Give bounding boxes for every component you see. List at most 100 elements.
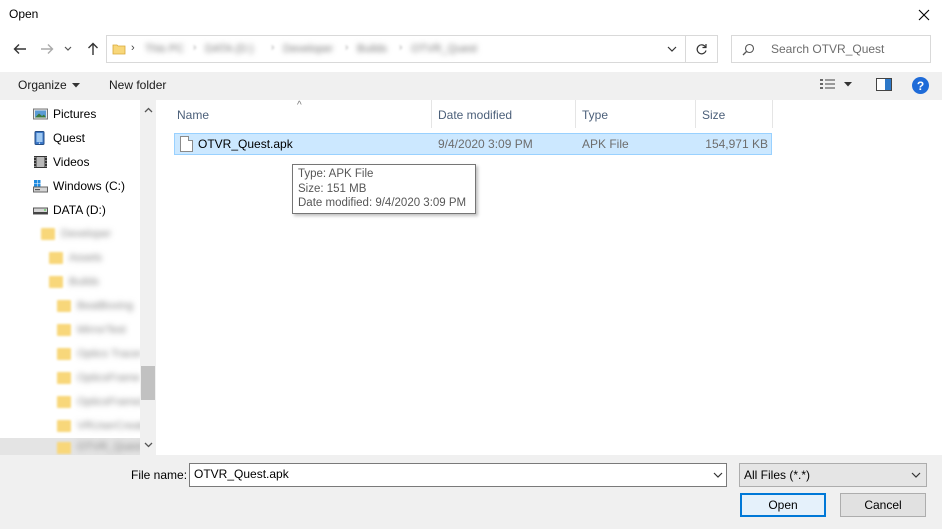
folder-icon — [49, 276, 63, 288]
sidebar-tree-label: Developer — [61, 228, 112, 240]
file-name-input[interactable] — [194, 467, 704, 481]
search-placeholder: Search OTVR_Quest — [771, 42, 885, 56]
sidebar-tree-label: Builds — [69, 276, 99, 288]
folder-icon — [57, 442, 71, 454]
file-icon — [180, 136, 193, 152]
sidebar-tree-item-selected[interactable]: OTVR_Quest — [0, 438, 140, 455]
caret-down-icon — [844, 81, 852, 86]
column-header-name[interactable]: Name — [177, 108, 209, 122]
sidebar-item-pictures[interactable]: Pictures — [0, 102, 140, 126]
organize-button[interactable]: Organize — [18, 78, 80, 92]
sidebar-scrollbar[interactable] — [140, 100, 156, 455]
file-name-label: File name: — [131, 468, 188, 482]
sidebar-item-data-d[interactable]: DATA (D:) — [0, 198, 140, 222]
breadcrumb-item[interactable]: DATA (D:) — [205, 43, 253, 55]
sidebar-tree-item[interactable]: OpticsFrame2 — [0, 390, 146, 414]
sidebar-tree-label: MirrorTest — [77, 324, 126, 336]
sidebar-tree-label: OpticsFrame — [77, 372, 140, 384]
folder-icon — [57, 324, 71, 336]
back-button[interactable] — [9, 38, 31, 60]
sidebar-item-label: DATA (D:) — [53, 203, 106, 217]
breadcrumb-separator-icon: › — [345, 42, 349, 53]
arrow-up-icon — [88, 42, 98, 55]
chevron-down-icon — [144, 442, 152, 448]
chevron-down-icon — [713, 472, 723, 478]
folder-icon — [112, 44, 126, 55]
sidebar-tree-item[interactable]: Developer — [0, 222, 140, 246]
change-view-button[interactable] — [820, 78, 852, 90]
breadcrumb-item[interactable]: This PC — [145, 43, 184, 55]
chevron-down-icon — [911, 472, 921, 478]
column-divider[interactable] — [695, 100, 696, 128]
search-icon — [742, 43, 755, 56]
quest-device-icon — [34, 131, 45, 145]
sidebar-item-label: Quest — [53, 131, 86, 145]
chevron-down-icon — [64, 46, 72, 51]
file-row[interactable]: OTVR_Quest.apk 9/4/2020 3:09 PM APK File… — [174, 133, 772, 155]
scroll-down-button[interactable] — [140, 437, 156, 453]
title-bar: Open — [0, 0, 942, 30]
column-divider[interactable] — [431, 100, 432, 128]
sidebar-tree-item[interactable]: OpticsFrame — [0, 366, 140, 390]
address-bar[interactable]: › This PC › DATA (D:) › Developer › Buil… — [106, 35, 686, 63]
preview-pane-button[interactable] — [876, 78, 892, 94]
window-title: Open — [9, 7, 39, 21]
breadcrumb-separator-icon: › — [399, 42, 403, 53]
file-type-select[interactable]: All Files (*.*) — [739, 463, 927, 487]
close-button[interactable] — [905, 0, 942, 30]
sidebar-item-quest[interactable]: Quest — [0, 126, 140, 150]
column-divider[interactable] — [575, 100, 576, 128]
folder-icon — [49, 252, 63, 264]
refresh-button[interactable] — [686, 35, 718, 63]
folder-icon — [57, 372, 71, 384]
column-header-type[interactable]: Type — [582, 108, 608, 122]
sidebar-item-videos[interactable]: Videos — [0, 150, 140, 174]
scrollbar-thumb[interactable] — [141, 366, 155, 400]
file-type: APK File — [582, 137, 629, 151]
folder-icon — [57, 300, 71, 312]
sidebar-item-windows-c[interactable]: Windows (C:) — [0, 174, 140, 198]
file-name: OTVR_Quest.apk — [198, 137, 293, 151]
breadcrumb-item[interactable]: Builds — [357, 43, 387, 55]
videos-icon — [34, 156, 47, 168]
new-folder-button[interactable]: New folder — [109, 78, 166, 92]
arrow-left-icon — [13, 44, 26, 54]
file-type-dropdown-button[interactable] — [908, 467, 924, 483]
refresh-icon — [696, 43, 707, 54]
sidebar-tree-item[interactable]: VRUserCreate — [0, 414, 149, 438]
breadcrumb-separator-icon: › — [193, 42, 197, 53]
sidebar-tree-item[interactable]: BeatBoxing — [0, 294, 140, 318]
tooltip-size: Size: 151 MB — [298, 182, 367, 195]
command-toolbar: Organize New folder ? — [0, 72, 942, 100]
sidebar-tree-item[interactable]: Optics Tracer — [0, 342, 142, 366]
sidebar-tree-item[interactable]: MirrorTest — [0, 318, 140, 342]
address-history-dropdown[interactable] — [664, 41, 680, 57]
sidebar-tree-item[interactable]: Assets — [0, 246, 140, 270]
scroll-up-button[interactable] — [140, 102, 156, 118]
breadcrumb-item[interactable]: OTVR_Quest — [411, 43, 477, 55]
bottom-panel: File name: All Files (*.*) Open Cancel — [0, 455, 942, 529]
file-name-combobox[interactable] — [189, 463, 727, 487]
forward-button[interactable] — [36, 38, 58, 60]
search-box[interactable]: Search OTVR_Quest — [731, 35, 931, 63]
file-name-dropdown-button[interactable] — [710, 467, 726, 483]
sidebar-tree-item[interactable]: Builds — [0, 270, 140, 294]
drive-icon — [33, 207, 48, 215]
sidebar-tree-label: BeatBoxing — [77, 300, 134, 312]
help-button[interactable]: ? — [912, 77, 929, 94]
column-divider[interactable] — [772, 100, 773, 128]
sidebar-tree-label: Assets — [69, 252, 103, 264]
windows-drive-icon — [33, 180, 48, 193]
preview-pane-icon — [876, 78, 892, 91]
breadcrumb-item[interactable]: Developer — [283, 43, 333, 55]
recent-locations-button[interactable] — [61, 38, 75, 60]
file-type-value: All Files (*.*) — [744, 468, 811, 482]
column-header-size[interactable]: Size — [702, 108, 725, 122]
sidebar-tree-label: OpticsFrame2 — [77, 396, 147, 408]
cancel-button[interactable]: Cancel — [840, 493, 926, 517]
file-date: 9/4/2020 3:09 PM — [438, 137, 533, 151]
column-header-date-modified[interactable]: Date modified — [438, 108, 512, 122]
folder-icon — [41, 228, 55, 240]
up-button[interactable] — [82, 38, 104, 60]
open-button[interactable]: Open — [740, 493, 826, 517]
